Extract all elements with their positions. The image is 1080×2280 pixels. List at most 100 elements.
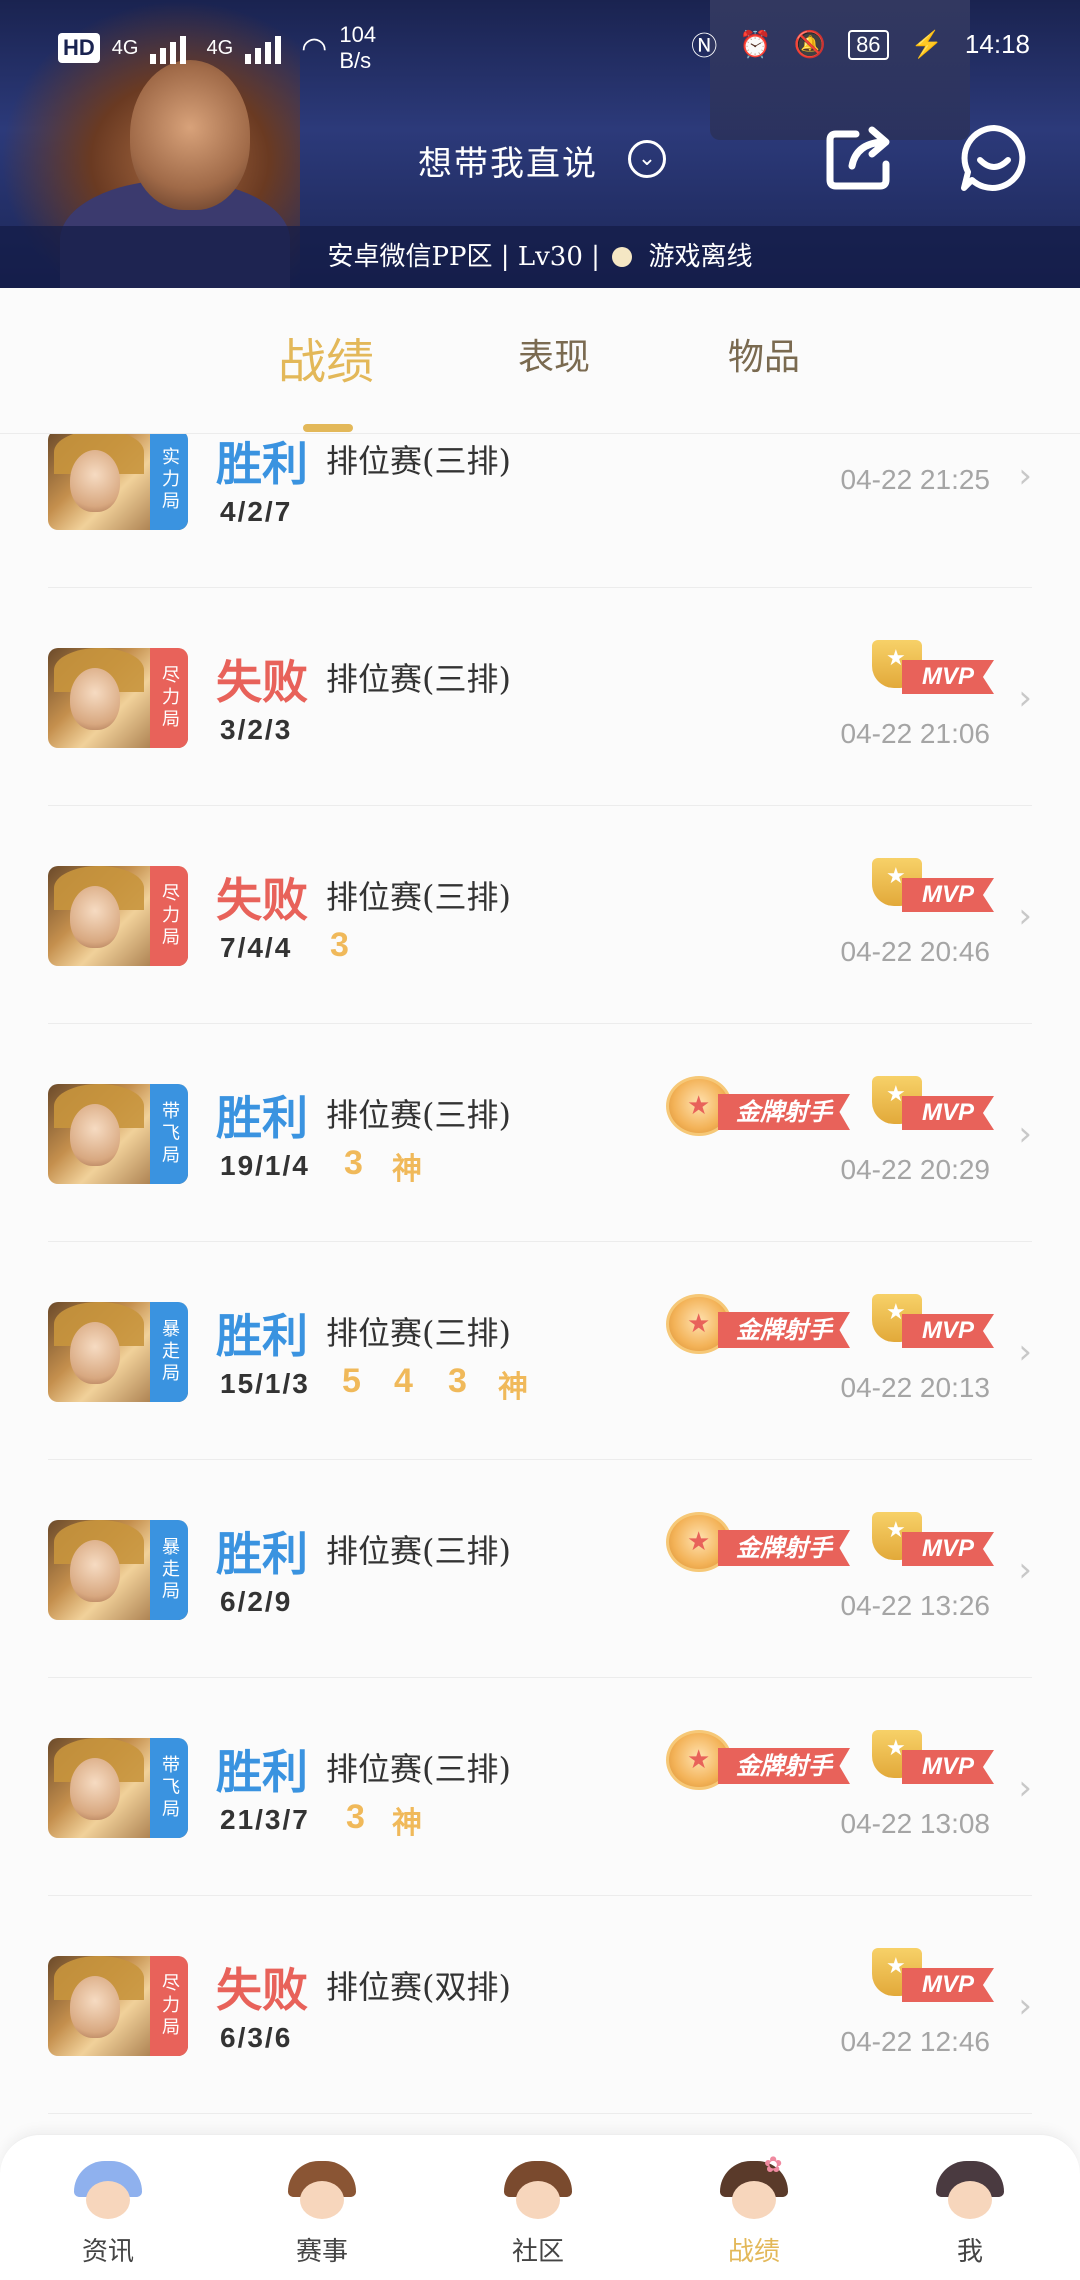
- gold-shooter-label: 金牌射手: [718, 1530, 850, 1566]
- match-tag: 尽力局: [150, 866, 188, 966]
- dark-hair-avatar-icon: [936, 2161, 1004, 2223]
- mvp-badge: MVP: [868, 1294, 998, 1364]
- match-result: 失败: [216, 1963, 308, 2017]
- sim1-network-label: 4G: [111, 36, 139, 59]
- match-row[interactable]: 暴走局 胜利 排位赛(三排) 6/2/9 金牌射手 MVP 04-22 13:2…: [48, 1460, 1032, 1678]
- match-tag: 暴走局: [150, 1520, 188, 1620]
- match-kda: 4/2/7: [220, 496, 293, 527]
- boy-avatar-icon: [504, 2161, 572, 2223]
- match-result: 失败: [216, 873, 308, 927]
- player-info-strip: 安卓微信PP区 | Lv30 | 游戏离线: [0, 226, 1080, 288]
- gold-shooter-badge: 金牌射手: [666, 1294, 856, 1364]
- match-kda: 7/4/4: [220, 932, 293, 963]
- match-mode: 排位赛(三排): [326, 1750, 511, 1788]
- chevron-right-icon[interactable]: ›: [1018, 456, 1032, 496]
- nfc-icon: Ⓝ: [691, 31, 718, 61]
- nav-label: 我: [956, 2237, 983, 2267]
- quadra-kill-badge: 4: [394, 1362, 413, 1400]
- mvp-label: MVP: [902, 1968, 994, 2002]
- match-kda: 3/2/3: [220, 714, 293, 745]
- mvp-label: MVP: [902, 1750, 994, 1784]
- match-row[interactable]: 带飞局 胜利 排位赛(三排) 21/3/7 3 神 金牌射手 MVP 04-22…: [48, 1678, 1032, 1896]
- chevron-right-icon[interactable]: ›: [1018, 1332, 1032, 1372]
- match-kda: 6/3/6: [220, 2022, 293, 2053]
- nav-record[interactable]: ✿ 战绩: [694, 2153, 814, 2273]
- triple-kill-badge: 3: [330, 926, 349, 964]
- match-time: 04-22 20:29: [840, 1154, 990, 1185]
- match-time: 04-22 12:46: [840, 2026, 990, 2057]
- clock-time: 14:18: [964, 29, 1030, 59]
- hero-avatar: 实力局: [48, 434, 188, 530]
- chevron-down-icon[interactable]: ⌄: [628, 140, 666, 178]
- tab-items[interactable]: 物品: [728, 328, 800, 380]
- match-result: 胜利: [216, 1527, 308, 1581]
- match-mode: 排位赛(三排): [326, 1096, 511, 1134]
- match-row[interactable]: 尽力局 失败 排位赛(三排) 3/2/3 MVP 04-22 21:06 ›: [48, 588, 1032, 806]
- nav-news[interactable]: 资讯: [48, 2161, 168, 2273]
- blue-hair-avatar-icon: [74, 2161, 142, 2223]
- match-list[interactable]: 实力局 胜利 排位赛(三排) 4/2/7 04-22 21:25 › 尽力局 失…: [0, 434, 1080, 2134]
- triple-kill-badge: 3: [346, 1798, 365, 1836]
- signal-icon: [150, 32, 194, 64]
- tab-performance[interactable]: 表现: [518, 328, 590, 380]
- nav-me[interactable]: 我: [910, 2161, 1030, 2273]
- match-tag: 暴走局: [150, 1302, 188, 1402]
- match-tag: 尽力局: [150, 648, 188, 748]
- godlike-badge: 神: [498, 1370, 528, 1405]
- triple-kill-badge: 3: [344, 1144, 363, 1182]
- match-kda: 19/1/4: [220, 1150, 310, 1181]
- mute-icon: 🔕: [793, 29, 827, 59]
- chevron-right-icon[interactable]: ›: [1018, 678, 1032, 718]
- chevron-right-icon[interactable]: ›: [1018, 1768, 1032, 1808]
- mvp-badge: MVP: [868, 1948, 998, 2018]
- chevron-right-icon[interactable]: ›: [1018, 1114, 1032, 1154]
- match-row[interactable]: 暴走局 胜利 排位赛(三排) 15/1/3 5 4 3 神 金牌射手 MVP 0…: [48, 1242, 1032, 1460]
- gold-shooter-label: 金牌射手: [718, 1312, 850, 1348]
- match-tag: 实力局: [150, 434, 188, 530]
- player-name[interactable]: 想带我直说: [418, 136, 598, 185]
- nav-label: 社区: [511, 2237, 564, 2267]
- mvp-badge: MVP: [868, 1076, 998, 1146]
- match-time: 04-22 20:46: [840, 936, 990, 967]
- chat-icon[interactable]: [958, 122, 1030, 194]
- godlike-badge: 神: [392, 1152, 422, 1187]
- godlike-badge: 神: [392, 1806, 422, 1841]
- mvp-label: MVP: [902, 1314, 994, 1348]
- alarm-icon: ⏰: [739, 29, 772, 59]
- match-mode: 排位赛(三排): [326, 1314, 511, 1352]
- match-result: 胜利: [216, 1309, 308, 1363]
- match-result: 胜利: [216, 1745, 308, 1799]
- chevron-right-icon[interactable]: ›: [1018, 896, 1032, 936]
- match-mode: 排位赛(双排): [326, 1968, 511, 2006]
- match-row[interactable]: 实力局 胜利 排位赛(三排) 4/2/7 04-22 21:25 ›: [48, 434, 1032, 588]
- nav-community[interactable]: 社区: [478, 2161, 598, 2273]
- mvp-label: MVP: [902, 1096, 994, 1130]
- mvp-badge: MVP: [868, 1730, 998, 1800]
- gold-shooter-badge: 金牌射手: [666, 1076, 856, 1146]
- match-mode: 排位赛(三排): [326, 1532, 511, 1570]
- mvp-badge: MVP: [868, 1512, 998, 1582]
- match-kda: 6/2/9: [220, 1586, 293, 1617]
- match-result: 胜利: [216, 1091, 308, 1145]
- nav-label: 资讯: [81, 2237, 134, 2267]
- online-status: 游戏离线: [648, 242, 753, 272]
- hd-icon: HD: [58, 33, 100, 63]
- penta-kill-badge: 5: [342, 1362, 361, 1400]
- match-row[interactable]: 尽力局 失败 排位赛(双排) 6/3/6 MVP 04-22 12:46 ›: [48, 1896, 1032, 2114]
- network-speed: 104 B/s: [339, 22, 376, 74]
- chevron-right-icon[interactable]: ›: [1018, 1986, 1032, 2026]
- nav-label: 赛事: [295, 2237, 348, 2267]
- chevron-right-icon[interactable]: ›: [1018, 1550, 1032, 1590]
- nav-events[interactable]: 赛事: [262, 2161, 382, 2273]
- brown-hair-avatar-icon: [288, 2161, 356, 2223]
- tab-record[interactable]: 战绩: [278, 322, 374, 392]
- share-icon[interactable]: [826, 124, 898, 190]
- player-level: Lv30: [517, 242, 583, 272]
- match-time: 04-22 21:25: [840, 464, 990, 495]
- tab-active-indicator: [303, 424, 353, 432]
- match-time: 04-22 13:26: [840, 1590, 990, 1621]
- hero-avatar: 带飞局: [48, 1084, 188, 1184]
- match-row[interactable]: 尽力局 失败 排位赛(三排) 7/4/4 3 MVP 04-22 20:46 ›: [48, 806, 1032, 1024]
- match-mode: 排位赛(三排): [326, 660, 511, 698]
- match-row[interactable]: 带飞局 胜利 排位赛(三排) 19/1/4 3 神 金牌射手 MVP 04-22…: [48, 1024, 1032, 1242]
